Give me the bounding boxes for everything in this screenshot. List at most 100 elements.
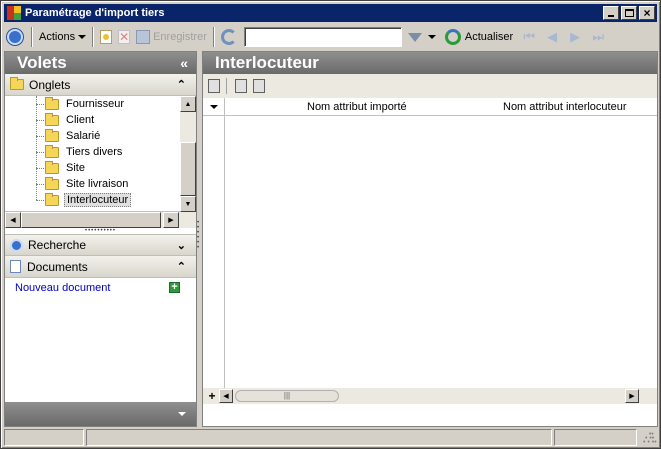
folder-icon: [10, 77, 24, 90]
scroll-thumb[interactable]: [180, 142, 196, 196]
scroll-down-button[interactable]: ▼: [180, 196, 196, 212]
new-document-label: Nouveau document: [15, 282, 111, 294]
sync-icon: [220, 29, 237, 45]
pane-splitter[interactable]: • • • • • •: [197, 220, 201, 251]
volets-header: Volets «: [5, 52, 196, 74]
scroll-thumb[interactable]: |||: [235, 390, 339, 402]
tree-item-label: Tiers divers: [66, 146, 123, 158]
tree-item-client[interactable]: Client: [5, 112, 180, 128]
new-record-icon[interactable]: [235, 79, 247, 93]
delete-icon: ✕: [118, 30, 131, 44]
row-header-column: [203, 116, 225, 404]
tree-horizontal-scrollbar[interactable]: ◀ ▶: [5, 212, 196, 228]
filter-dropdown-icon[interactable]: [427, 35, 436, 39]
onglets-section-header[interactable]: Onglets ⌃: [5, 74, 196, 96]
scroll-left-button[interactable]: ◀: [219, 389, 233, 403]
grid-body[interactable]: + ◀ ||| ▶: [203, 116, 657, 404]
refresh-button[interactable]: Actualiser: [442, 26, 516, 48]
window-title: Paramétrage d'import tiers: [25, 7, 165, 19]
add-row-icon[interactable]: +: [205, 389, 219, 403]
first-record-button[interactable]: ⏮: [519, 29, 539, 45]
tree-list: Fournisseur Client Salarié Tiers divers …: [5, 96, 180, 212]
tree-item-tiers-divers[interactable]: Tiers divers: [5, 144, 180, 160]
scroll-right-button[interactable]: ▶: [625, 389, 639, 403]
title-bar[interactable]: Paramétrage d'import tiers ×: [4, 4, 657, 22]
toolbar-separator: [226, 78, 227, 94]
tree-item-site[interactable]: Site: [5, 160, 180, 176]
minimize-button[interactable]: [603, 6, 619, 20]
recherche-label: Recherche: [28, 238, 87, 252]
document-icon: [10, 260, 21, 273]
scroll-right-button[interactable]: ▶: [163, 212, 179, 228]
chevron-up-icon[interactable]: ⌃: [177, 78, 186, 91]
chevron-down-icon: [78, 35, 87, 39]
tree-item-label: Site: [66, 162, 85, 174]
sync-button[interactable]: [218, 26, 240, 48]
save-button[interactable]: Enregistrer: [133, 26, 210, 48]
copy-record-icon[interactable]: [253, 79, 265, 93]
column-header-nom-attribut-importe[interactable]: Nom attribut importé: [307, 101, 407, 113]
folder-icon: [45, 176, 59, 190]
scroll-track[interactable]: |||: [233, 389, 625, 403]
maximize-button[interactable]: [621, 6, 637, 20]
close-button[interactable]: ×: [639, 6, 655, 20]
app-window: Paramétrage d'import tiers × Actions ✕ E…: [0, 0, 661, 449]
tree-vertical-scrollbar[interactable]: ▲ ▼: [180, 96, 196, 212]
last-record-button[interactable]: ⏭: [588, 29, 608, 45]
previous-icon: ◀: [547, 29, 558, 44]
refresh-label: Actualiser: [464, 31, 514, 43]
right-pane-header: Interlocuteur: [203, 52, 657, 74]
edit-record-icon[interactable]: [208, 79, 220, 93]
tree-item-label: Site livraison: [66, 178, 129, 190]
collapse-pane-icon[interactable]: «: [180, 52, 188, 74]
filter-icon[interactable]: [407, 32, 422, 42]
resize-grip-icon[interactable]: •• • •• • • ••: [643, 431, 657, 446]
left-pane-footer[interactable]: [5, 402, 196, 426]
tree-item-salarie[interactable]: Salarié: [5, 128, 180, 144]
tree-item-interlocuteur[interactable]: Interlocuteur: [5, 192, 180, 208]
new-document-link[interactable]: Nouveau document +: [5, 278, 196, 298]
folder-icon: [45, 96, 59, 110]
grid-menu-button[interactable]: [203, 97, 225, 116]
scroll-up-button[interactable]: ▲: [180, 96, 196, 112]
next-icon: ▶: [570, 29, 581, 44]
left-pane: Volets « Onglets ⌃ Fournisseur Client Sa…: [4, 51, 197, 427]
actions-menu-button[interactable]: Actions: [36, 26, 89, 48]
search-input[interactable]: [243, 27, 402, 47]
search-section-icon: [10, 238, 23, 252]
close-icon: ×: [643, 6, 651, 20]
folder-icon: [45, 160, 59, 174]
chevron-up-icon[interactable]: ⌃: [177, 260, 186, 273]
delete-button[interactable]: ✕: [115, 26, 133, 48]
tree-item-label: Fournisseur: [66, 98, 125, 110]
tree-item-site-livraison[interactable]: Site livraison: [5, 176, 180, 192]
navigation-button[interactable]: [4, 26, 28, 48]
save-icon: [136, 30, 151, 44]
page-title: Interlocuteur: [215, 53, 319, 72]
expand-icon: [178, 412, 186, 416]
right-pane: Interlocuteur Nom attribut importé Nom a…: [202, 51, 658, 427]
grid-horizontal-scrollbar[interactable]: + ◀ ||| ▶: [203, 388, 657, 404]
next-record-button[interactable]: ▶: [565, 29, 585, 45]
column-header-nom-attribut-interlocuteur[interactable]: Nom attribut interlocuteur: [503, 101, 627, 113]
tree-item-fournisseur[interactable]: Fournisseur: [5, 96, 180, 112]
onglets-label: Onglets: [29, 77, 71, 92]
first-icon: ⏮: [523, 29, 536, 44]
volets-title: Volets: [17, 53, 67, 72]
documents-section-header[interactable]: Documents ⌃: [5, 256, 196, 278]
toolbar-separator: [212, 27, 215, 47]
folder-icon: [45, 112, 59, 126]
previous-record-button[interactable]: ◀: [542, 29, 562, 45]
tab-tree: Fournisseur Client Salarié Tiers divers …: [5, 96, 196, 212]
navigation-icon: [7, 29, 23, 45]
add-icon[interactable]: +: [169, 282, 180, 293]
recherche-section-header[interactable]: Recherche ⌄: [5, 234, 196, 256]
scroll-left-button[interactable]: ◀: [5, 212, 21, 228]
documents-label: Documents: [27, 259, 88, 274]
scroll-thumb[interactable]: [21, 212, 161, 228]
new-button[interactable]: [97, 26, 115, 48]
status-cell: [4, 429, 84, 446]
chevron-down-icon[interactable]: ⌄: [177, 239, 186, 252]
tree-item-label: Salarié: [66, 130, 101, 142]
status-cell: [86, 429, 552, 446]
